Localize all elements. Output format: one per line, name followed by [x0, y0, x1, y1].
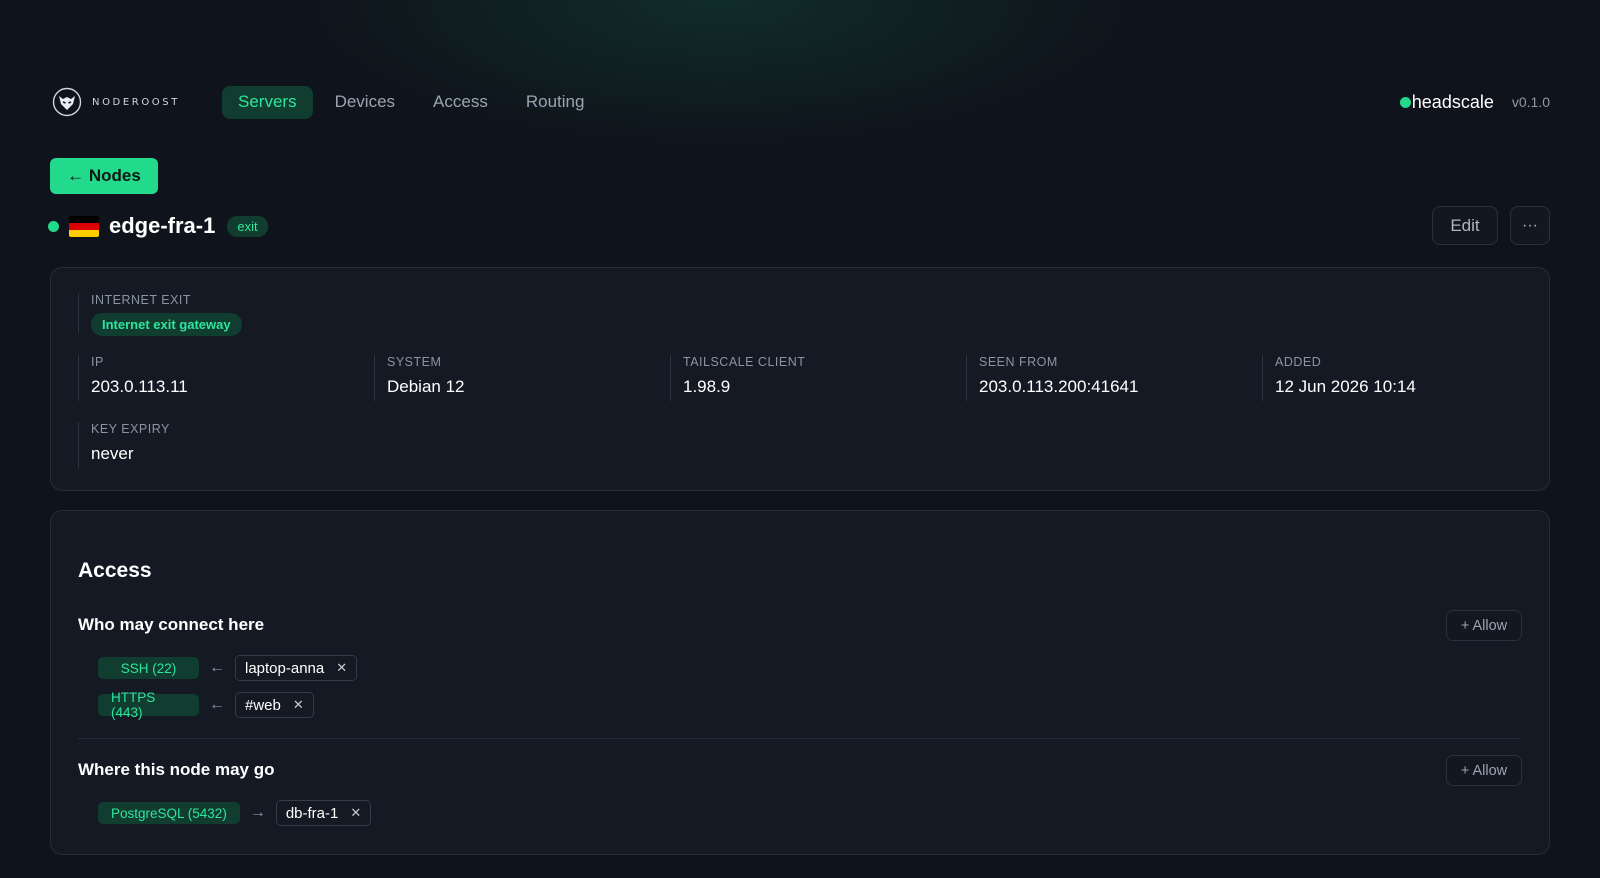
inbound-rule: HTTPS (443) ← #web ✕: [98, 690, 314, 720]
access-title: Access: [78, 559, 152, 582]
client-field: TAILSCALE CLIENT 1.98.9: [670, 355, 805, 401]
exit-badge: exit: [227, 215, 268, 237]
outbound-rule: PostgreSQL (5432) → db-fra-1 ✕: [98, 800, 372, 826]
logo[interactable]: NODEROOST: [52, 87, 222, 117]
remove-icon[interactable]: ✕: [336, 660, 347, 676]
peer-tag: laptop-anna ✕: [235, 655, 358, 681]
server-status-dot: [1399, 96, 1411, 108]
server-name: headscale: [1411, 91, 1494, 112]
system-field: SYSTEM Debian 12: [374, 355, 465, 401]
key-expiry-label: KEY EXPIRY: [91, 422, 170, 436]
peer-label: db-fra-1: [285, 804, 339, 822]
peer-tag: #web ✕: [235, 692, 314, 718]
inbound-allow-button[interactable]: + Allow: [1446, 610, 1522, 641]
key-expiry-field: KEY EXPIRY never: [78, 422, 170, 468]
internet-exit-field: INTERNET EXIT Internet exit gateway: [78, 293, 242, 336]
outbound-allow-button[interactable]: + Allow: [1446, 755, 1522, 786]
system-label: SYSTEM: [387, 355, 442, 369]
section-divider: [78, 738, 1521, 739]
online-status-dot: [48, 220, 59, 232]
remove-icon[interactable]: ✕: [350, 805, 361, 821]
tab-servers[interactable]: Servers: [222, 85, 313, 119]
added-value: 12 Jun 2026 10:14: [1275, 377, 1416, 396]
peer-tag: db-fra-1 ✕: [275, 800, 372, 826]
arrow-left-icon: ←: [209, 696, 225, 713]
logo-text: NODEROOST: [92, 96, 180, 108]
top-bar: NODEROOST Servers Devices Access Routing…: [52, 82, 1552, 122]
added-label: ADDED: [1275, 355, 1322, 369]
added-field: ADDED 12 Jun 2026 10:14: [1262, 355, 1416, 401]
seen-from-value: 203.0.113.200:41641: [979, 377, 1139, 396]
port-tag: PostgreSQL (5432): [98, 802, 240, 824]
internet-exit-badge: Internet exit gateway: [91, 313, 242, 336]
arrow-right-icon: →: [249, 804, 266, 821]
more-options-button[interactable]: ···: [1510, 206, 1550, 245]
tab-devices[interactable]: Devices: [319, 86, 411, 119]
arrow-left-icon: ←: [209, 659, 225, 676]
seen-from-label: SEEN FROM: [979, 355, 1058, 369]
ip-label: IP: [91, 355, 104, 369]
outbound-title: Where this node may go: [78, 760, 275, 779]
ip-field: IP 203.0.113.11: [78, 355, 188, 401]
node-name: edge-fra-1: [109, 213, 216, 238]
wolf-shield-icon: [52, 87, 82, 117]
peer-label: laptop-anna: [245, 659, 325, 677]
internet-exit-label: INTERNET EXIT: [91, 293, 192, 307]
main-nav: Servers Devices Access Routing: [222, 85, 601, 119]
peer-label: #web: [245, 696, 281, 714]
server-status: headscale v0.1.0: [1399, 91, 1550, 113]
edit-button[interactable]: Edit: [1432, 206, 1498, 245]
germany-flag-icon: [69, 215, 99, 237]
inbound-rule: SSH (22) ← laptop-anna ✕: [98, 655, 358, 681]
seen-from-field: SEEN FROM 203.0.113.200:41641: [966, 355, 1138, 401]
ip-value: 203.0.113.11: [91, 377, 188, 396]
client-value: 1.98.9: [683, 377, 731, 396]
back-to-nodes-button[interactable]: ← Nodes: [50, 158, 158, 194]
node-details-panel: INTERNET EXIT Internet exit gateway IP 2…: [50, 267, 1550, 491]
version-label: v0.1.0: [1511, 94, 1550, 110]
client-label: TAILSCALE CLIENT: [683, 355, 806, 369]
system-value: Debian 12: [387, 377, 465, 396]
access-panel: Access Who may connect here + Allow SSH …: [50, 510, 1550, 855]
tab-routing[interactable]: Routing: [510, 86, 601, 119]
port-tag: HTTPS (443): [98, 690, 199, 720]
port-tag: SSH (22): [98, 657, 199, 679]
inbound-title: Who may connect here: [78, 615, 265, 634]
remove-icon[interactable]: ✕: [293, 697, 304, 713]
node-header: edge-fra-1 exit: [48, 210, 268, 242]
key-expiry-value: never: [91, 444, 134, 463]
tab-access[interactable]: Access: [417, 86, 504, 119]
